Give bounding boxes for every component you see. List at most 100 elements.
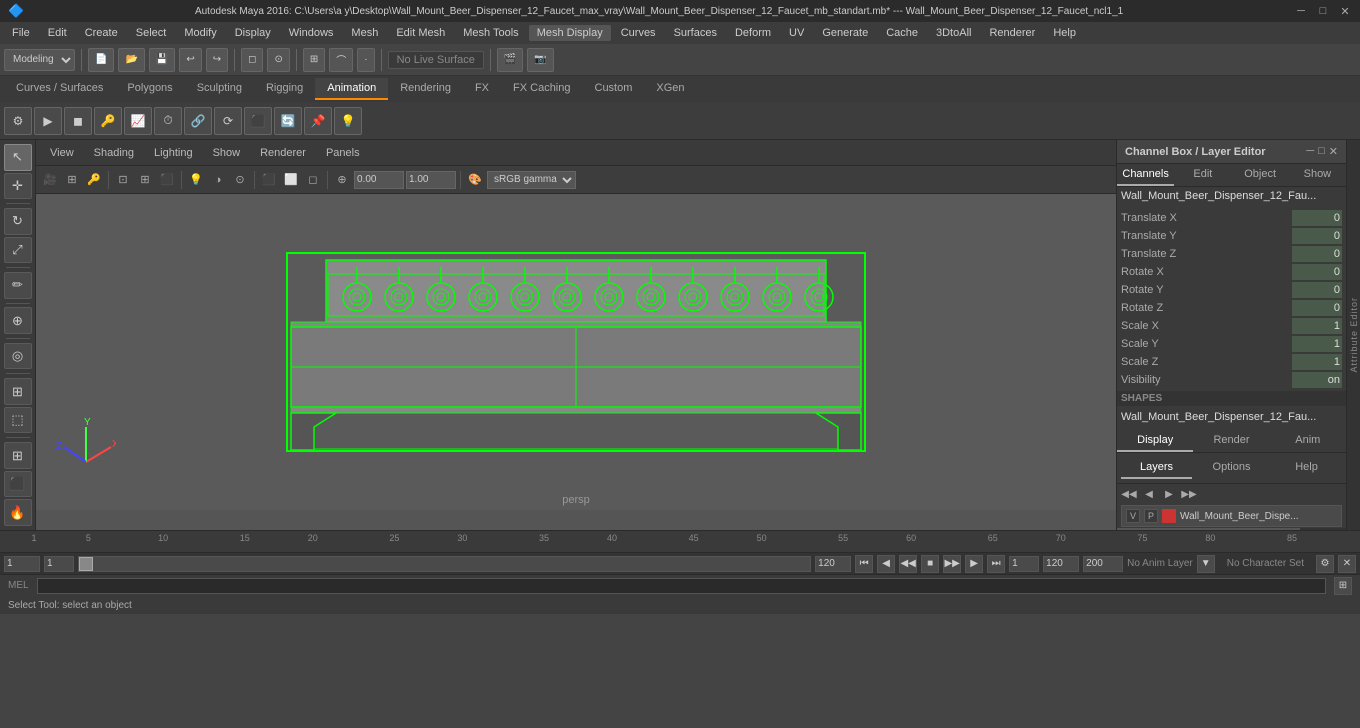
menu-select[interactable]: Select [128, 25, 175, 41]
vp-icon-ao[interactable]: ⊙ [230, 170, 250, 190]
rotate-tool[interactable]: ↻ [4, 208, 32, 235]
selected-object-name[interactable]: Wall_Mount_Beer_Dispenser_12_Fau... [1117, 187, 1346, 205]
undo-btn[interactable]: ↩ [179, 48, 201, 72]
vp-icon-res2[interactable]: ⬜ [281, 170, 301, 190]
vp-menu-lighting[interactable]: Lighting [148, 147, 199, 159]
vp-input-val1[interactable] [354, 171, 404, 189]
cb-tab-object[interactable]: Object [1232, 164, 1289, 186]
current-frame-input[interactable] [4, 556, 40, 572]
shelf-icon-5[interactable]: 📈 [124, 107, 152, 135]
anim-layer-btn[interactable]: ▼ [1197, 555, 1215, 573]
shelf-icon-6[interactable]: ⏱ [154, 107, 182, 135]
menu-display[interactable]: Display [227, 25, 279, 41]
shelf-tab-sculpting[interactable]: Sculpting [185, 78, 254, 100]
menu-create[interactable]: Create [77, 25, 126, 41]
channel-value-sz[interactable]: 1 [1292, 354, 1342, 370]
menu-mesh[interactable]: Mesh [343, 25, 386, 41]
layer-nav-prev[interactable]: ◀ [1141, 486, 1157, 502]
display-tab-anim[interactable]: Anim [1270, 430, 1346, 452]
vp-icon-frame[interactable]: ⊞ [62, 170, 82, 190]
show-manip-tool[interactable]: ⊞ [4, 378, 32, 405]
menu-mesh-display[interactable]: Mesh Display [529, 25, 611, 41]
menu-deform[interactable]: Deform [727, 25, 779, 41]
new-scene-btn[interactable]: 📄 [88, 48, 114, 72]
menu-curves[interactable]: Curves [613, 25, 664, 41]
snap-curve-btn[interactable]: ⌒ [329, 48, 353, 72]
shelf-icon-9[interactable]: ⬛ [244, 107, 272, 135]
region-select-tool[interactable]: ⬚ [4, 407, 32, 434]
cb-close-btn[interactable]: ✕ [1329, 145, 1338, 158]
paint-tool[interactable]: 🔥 [4, 499, 32, 526]
display-tab-render[interactable]: Render [1193, 430, 1269, 452]
layer-nav-first[interactable]: ◀◀ [1121, 486, 1137, 502]
char-set-btn2[interactable]: ✕ [1338, 555, 1356, 573]
shelf-tab-rendering[interactable]: Rendering [388, 78, 463, 100]
play-fwd-btn[interactable]: ▶▶ [943, 555, 961, 573]
shelf-icon-10[interactable]: 🔄 [274, 107, 302, 135]
layer-tab-options[interactable]: Options [1196, 457, 1267, 479]
vp-icon-res3[interactable]: ◻ [303, 170, 323, 190]
vp-input-val2[interactable] [406, 171, 456, 189]
save-scene-btn[interactable]: 💾 [149, 48, 175, 72]
layer-nav-last[interactable]: ▶▶ [1181, 486, 1197, 502]
select-tool[interactable]: ↖ [4, 144, 32, 171]
shape-name[interactable]: Wall_Mount_Beer_Dispenser_12_Fau... [1117, 408, 1346, 426]
play-next-btn[interactable]: ▶ [965, 555, 983, 573]
layer-tab-help[interactable]: Help [1271, 457, 1342, 479]
channel-value-rx[interactable]: 0 [1292, 264, 1342, 280]
menu-mesh-tools[interactable]: Mesh Tools [455, 25, 526, 41]
cb-minimize-btn[interactable]: ─ [1306, 145, 1314, 158]
playback-slider[interactable] [78, 556, 811, 572]
shelf-tab-fx[interactable]: FX [463, 78, 501, 100]
play-first-btn[interactable]: ⏮ [855, 555, 873, 573]
shelf-tab-rigging[interactable]: Rigging [254, 78, 315, 100]
vp-menu-shading[interactable]: Shading [88, 147, 140, 159]
menu-renderer[interactable]: Renderer [981, 25, 1043, 41]
play-prev-btn[interactable]: ◀ [877, 555, 895, 573]
channel-value-rz[interactable]: 0 [1292, 300, 1342, 316]
open-scene-btn[interactable]: 📂 [118, 48, 144, 72]
shelf-icon-2[interactable]: ▶ [34, 107, 62, 135]
shelf-tab-fx-caching[interactable]: FX Caching [501, 78, 582, 100]
menu-windows[interactable]: Windows [281, 25, 342, 41]
script-editor-btn[interactable]: ⊞ [1334, 577, 1352, 595]
snap-grid-btn[interactable]: ⊞ [303, 48, 325, 72]
char-set-btn1[interactable]: ⚙ [1316, 555, 1334, 573]
menu-cache[interactable]: Cache [878, 25, 926, 41]
minimize-button[interactable]: ─ [1294, 4, 1308, 18]
channel-value-ry[interactable]: 0 [1292, 282, 1342, 298]
frame-range-start[interactable] [1009, 556, 1039, 572]
snap-point-btn[interactable]: · [357, 48, 374, 72]
menu-edit[interactable]: Edit [40, 25, 75, 41]
shelf-icon-7[interactable]: 🔗 [184, 107, 212, 135]
vp-icon-exposure[interactable]: ⊕ [332, 170, 352, 190]
scale-tool[interactable]: ⤢ [4, 237, 32, 264]
vp-icon-keyframe[interactable]: 🔑 [84, 170, 104, 190]
vp-icon-light[interactable]: 💡 [186, 170, 206, 190]
cb-tab-show[interactable]: Show [1289, 164, 1346, 186]
channel-value-sy[interactable]: 1 [1292, 336, 1342, 352]
vp-menu-view[interactable]: View [44, 147, 80, 159]
shelf-icon-11[interactable]: 📌 [304, 107, 332, 135]
viewport-canvas[interactable]: X Y Z persp [36, 194, 1116, 510]
universal-tool[interactable]: ⊕ [4, 307, 32, 334]
ipr-btn[interactable]: 📷 [527, 48, 553, 72]
layer-nav-next[interactable]: ▶ [1161, 486, 1177, 502]
menu-modify[interactable]: Modify [176, 25, 224, 41]
frame-range-end[interactable] [1043, 556, 1079, 572]
redo-btn[interactable]: ↪ [206, 48, 228, 72]
grid-tool[interactable]: ⊞ [4, 442, 32, 469]
shelf-tab-xgen[interactable]: XGen [644, 78, 696, 100]
channel-value-sx[interactable]: 1 [1292, 318, 1342, 334]
menu-uv[interactable]: UV [781, 25, 812, 41]
channel-value-tx[interactable]: 0 [1292, 210, 1342, 226]
playback-thumb[interactable] [79, 557, 93, 571]
shelf-tab-polygons[interactable]: Polygons [115, 78, 184, 100]
display-tab-display[interactable]: Display [1117, 430, 1193, 452]
move-tool[interactable]: ✛ [4, 173, 32, 200]
maximize-button[interactable]: □ [1316, 4, 1330, 18]
vp-icon-select-all[interactable]: ⊡ [113, 170, 133, 190]
render-btn[interactable]: 🎬 [497, 48, 523, 72]
range-end-input[interactable] [815, 556, 851, 572]
soft-select-tool[interactable]: ◎ [4, 343, 32, 370]
